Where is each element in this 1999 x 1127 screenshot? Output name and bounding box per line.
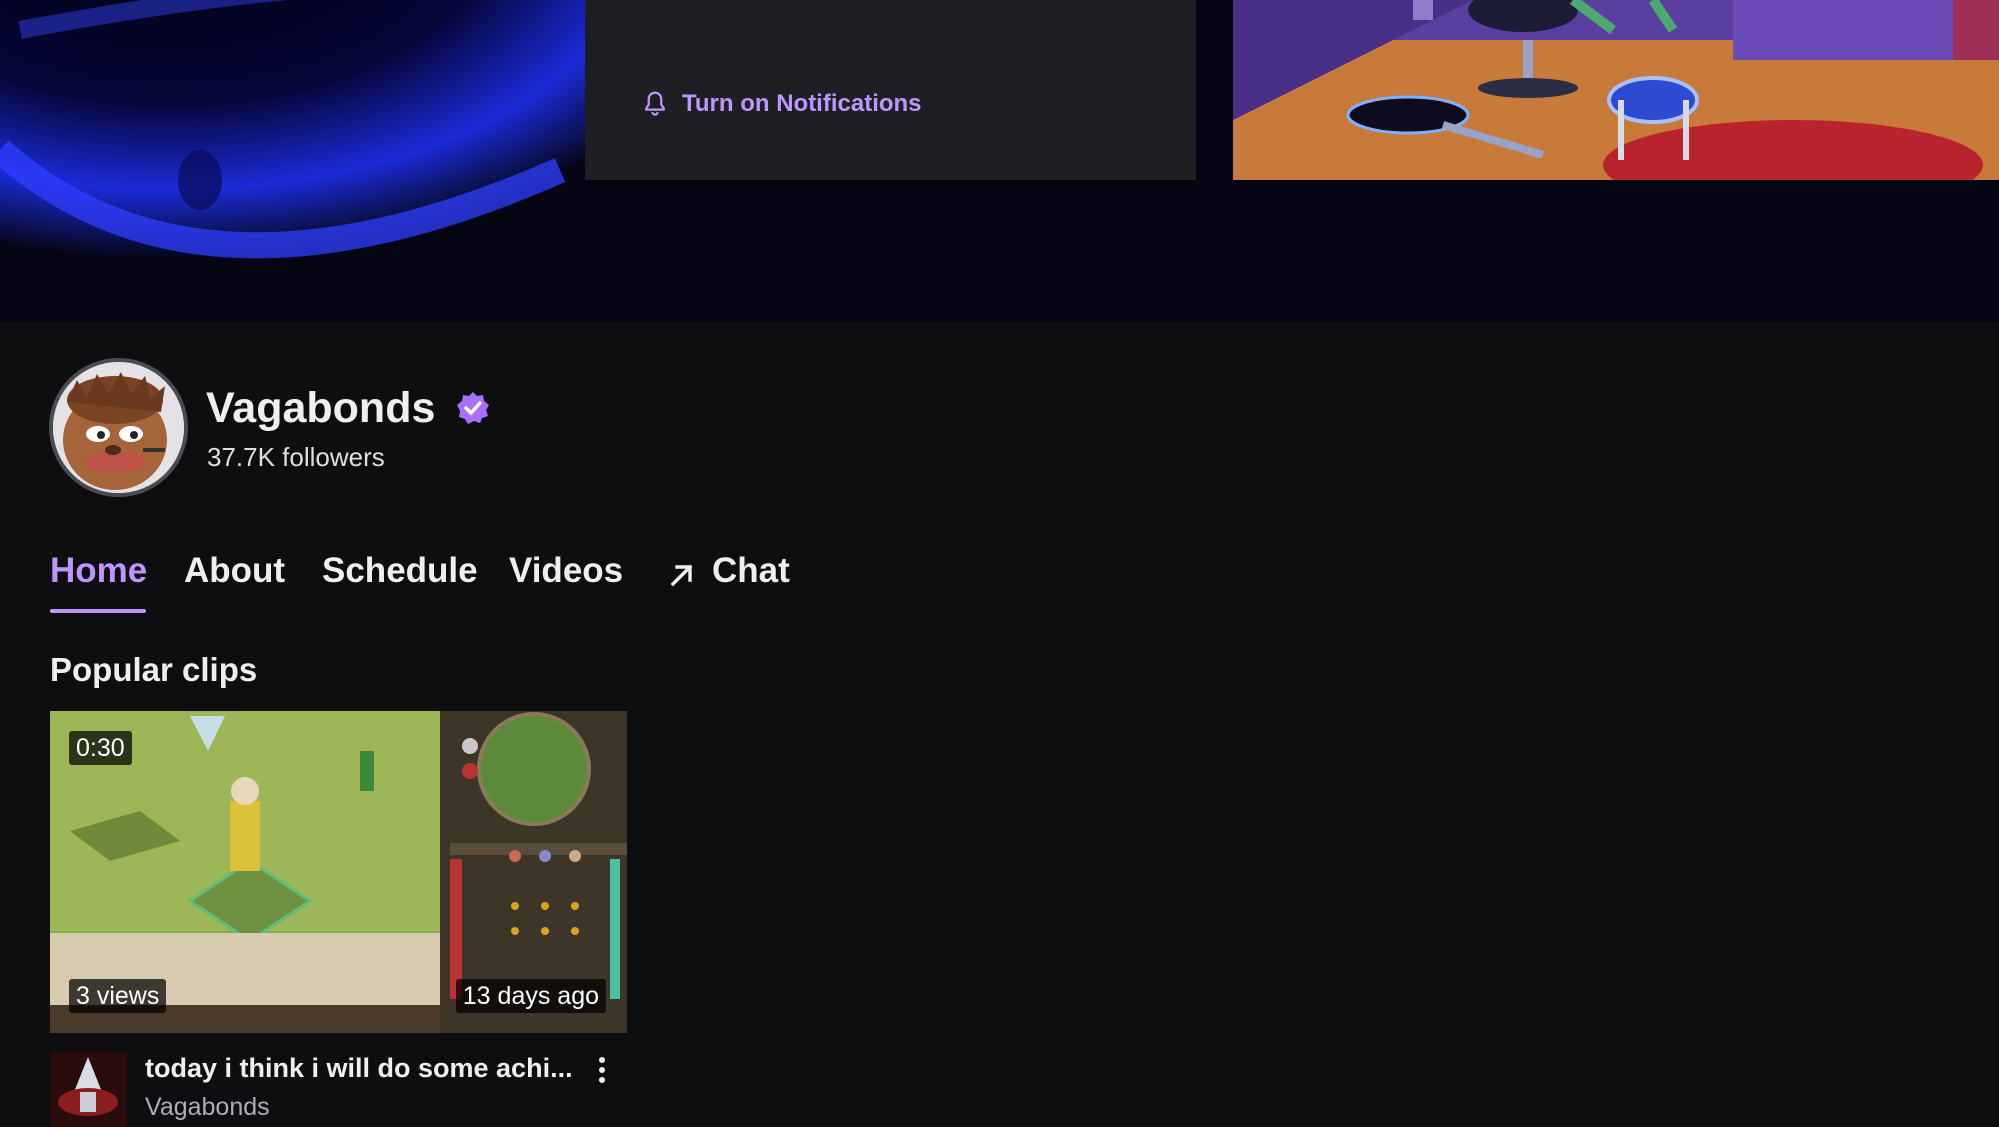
channel-name: Vagabonds	[206, 384, 436, 432]
clip-duration-badge: 0:30	[69, 731, 132, 765]
follower-count: 37.7K followers	[207, 442, 385, 472]
clip-title[interactable]: today i think i will do some achi...	[145, 1051, 573, 1085]
clip-avatar-image	[50, 1052, 127, 1127]
pixel-art-scene	[1233, 0, 1999, 180]
tab-about-label: About	[184, 551, 286, 590]
more-options-icon[interactable]	[592, 1054, 612, 1086]
bell-icon	[645, 91, 665, 116]
turn-on-notifications-button[interactable]: Turn on Notifications	[640, 86, 922, 122]
clip-views-badge: 3 views	[69, 979, 167, 1013]
active-tab-indicator	[50, 609, 146, 613]
clip-thumbnail[interactable]: 0:30 3 views 13 days ago	[50, 711, 627, 1033]
notifications-label: Turn on Notifications	[682, 90, 922, 117]
channel-banner: Turn on Notifications	[0, 0, 1999, 322]
avatar-illustration	[53, 362, 184, 493]
tab-home-label: Home	[50, 551, 148, 590]
tab-chat[interactable]: Chat	[712, 549, 790, 593]
tab-chat-label: Chat	[712, 551, 790, 590]
tab-schedule[interactable]: Schedule	[322, 549, 478, 593]
tab-home[interactable]: Home	[50, 549, 147, 593]
clip-channel-avatar[interactable]	[50, 1052, 127, 1127]
tab-about[interactable]: About	[184, 549, 285, 593]
tab-videos[interactable]: Videos	[509, 549, 623, 593]
clip-age-badge: 13 days ago	[455, 979, 606, 1013]
verified-badge-icon	[457, 392, 489, 424]
tab-schedule-label: Schedule	[322, 551, 478, 590]
popular-clips-heading: Popular clips	[50, 651, 258, 688]
channel-avatar[interactable]	[49, 358, 188, 497]
stream-preview-image[interactable]	[1233, 0, 1999, 180]
tab-videos-label: Videos	[509, 551, 624, 590]
external-arrow-icon	[670, 564, 693, 587]
clip-channel-name[interactable]: Vagabonds	[145, 1091, 270, 1123]
